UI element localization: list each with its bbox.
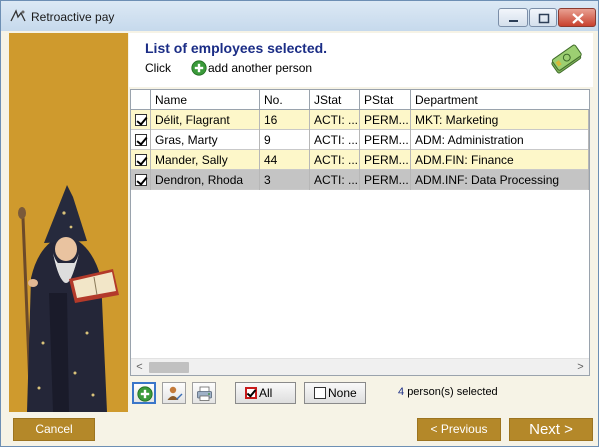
plus-circle-icon[interactable] [191,60,207,76]
table-row[interactable]: Gras, Marty 9 ACTI: ... PERM... ADM: Adm… [131,130,589,150]
scrollbar-thumb[interactable] [149,362,189,373]
cell-no: 44 [260,150,310,170]
money-stack-icon [551,44,582,74]
select-none-label: None [328,386,357,400]
cell-pstat: PERM... [360,110,411,130]
footer: Cancel < Previous Next > [1,413,598,446]
column-header-jstat[interactable]: JStat [310,90,360,110]
cell-name: Gras, Marty [151,130,260,150]
cell-jstat: ACTI: ... [310,110,360,130]
click-hint-label: Click [145,61,171,75]
scroll-left-button[interactable]: < [131,359,148,375]
column-header-name[interactable]: Name [151,90,260,110]
horizontal-scrollbar[interactable]: < > [131,358,589,375]
cell-name: Dendron, Rhoda [151,170,260,190]
cell-no: 3 [260,170,310,190]
maximize-button[interactable] [529,8,557,27]
cancel-button[interactable]: Cancel [13,418,95,441]
cell-no: 16 [260,110,310,130]
close-button[interactable] [558,8,596,27]
cell-jstat: ACTI: ... [310,150,360,170]
row-checkbox[interactable] [135,134,147,146]
title-bar[interactable]: Retroactive pay [1,1,598,31]
next-button[interactable]: Next > [509,418,593,441]
person-edit-icon [167,386,183,400]
selection-count: 4 person(s) selected [398,386,498,398]
add-person-link[interactable]: add another person [208,61,312,75]
cell-department: ADM.INF: Data Processing [411,170,589,190]
selection-count-label: person(s) selected [407,386,498,398]
select-none-button[interactable]: None [304,382,366,404]
minimize-icon [509,20,518,22]
column-header-department[interactable]: Department [411,90,589,110]
plus-circle-icon [137,386,153,402]
select-all-button[interactable]: All [235,382,296,404]
row-checkbox[interactable] [135,174,147,186]
table-row[interactable]: Dendron, Rhoda 3 ACTI: ... PERM... ADM.I… [131,170,589,190]
cell-pstat: PERM... [360,170,411,190]
table-row[interactable]: Délit, Flagrant 16 ACTI: ... PERM... MKT… [131,110,589,130]
column-header-check[interactable] [131,90,151,110]
page-title: List of employees selected. [145,40,328,56]
employee-table[interactable]: Name No. JStat PStat Department Délit, F… [130,89,590,376]
retroactive-pay-dialog: Retroactive pay List of employees select… [0,0,599,447]
minimize-button[interactable] [498,8,528,27]
table-header: Name No. JStat PStat Department [131,90,589,110]
maximize-icon [538,13,550,24]
signature-icon [10,9,26,22]
cell-jstat: ACTI: ... [310,130,360,150]
checkbox-empty-icon [314,387,326,399]
side-panel [9,33,128,412]
cell-name: Délit, Flagrant [151,110,260,130]
scroll-right-button[interactable]: > [572,359,589,375]
cell-jstat: ACTI: ... [310,170,360,190]
wizard-illustration [18,185,119,412]
cell-no: 9 [260,130,310,150]
cell-pstat: PERM... [360,130,411,150]
row-checkbox[interactable] [135,114,147,126]
cell-department: MKT: Marketing [411,110,589,130]
cell-department: ADM: Administration [411,130,589,150]
header: List of employees selected. Click add an… [129,33,593,87]
cell-name: Mander, Sally [151,150,260,170]
cell-department: ADM.FIN: Finance [411,150,589,170]
add-person-button[interactable] [132,382,156,404]
row-checkbox[interactable] [135,154,147,166]
column-header-pstat[interactable]: PStat [360,90,411,110]
selection-count-value: 4 [398,386,405,398]
printer-icon [197,386,212,401]
close-icon [572,13,584,24]
cell-pstat: PERM... [360,150,411,170]
table-row[interactable]: Mander, Sally 44 ACTI: ... PERM... ADM.F… [131,150,589,170]
checkbox-checked-icon [245,387,257,399]
column-header-no[interactable]: No. [260,90,310,110]
edit-person-button[interactable] [162,382,186,404]
select-all-label: All [259,386,273,400]
print-button[interactable] [192,382,216,404]
previous-button[interactable]: < Previous [417,418,501,441]
window-title: Retroactive pay [31,10,115,24]
